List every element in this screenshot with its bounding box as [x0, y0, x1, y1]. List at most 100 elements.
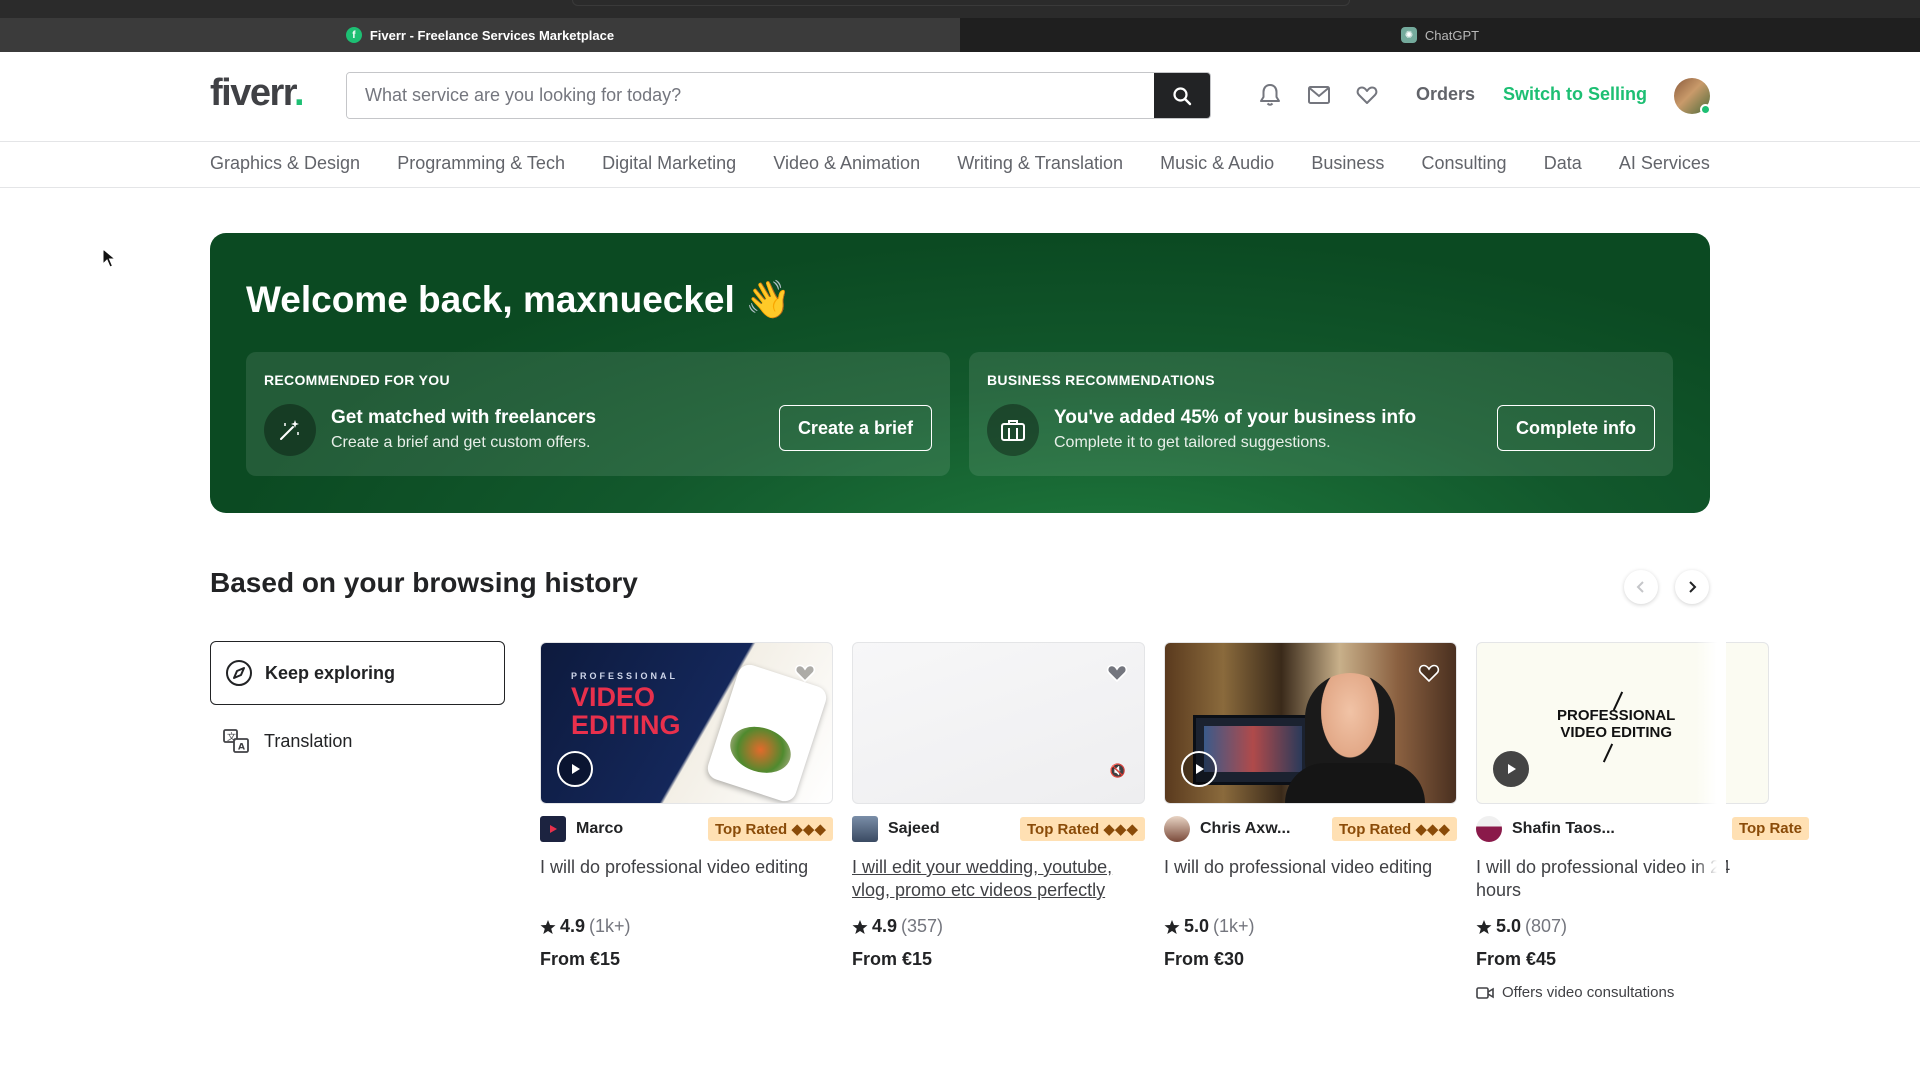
carousel-next-button[interactable] — [1675, 570, 1709, 604]
tab-title: ChatGPT — [1424, 27, 1480, 43]
section-title: Based on your browsing history — [210, 567, 638, 598]
review-count: (357) — [901, 916, 944, 936]
top-rated-badge: Top Rated ◆◆◆ — [1020, 817, 1145, 841]
rating-value: 4.9 — [872, 916, 898, 936]
star-icon — [852, 919, 868, 934]
top-rated-badge: Top Rated ◆◆◆ — [708, 817, 833, 841]
switch-to-selling-link[interactable]: Switch to Selling — [1503, 84, 1647, 105]
star-icon — [1476, 919, 1492, 934]
seller-name[interactable]: Marco — [576, 820, 623, 838]
filter-keep-exploring[interactable]: Keep exploring — [210, 641, 505, 705]
create-brief-button[interactable]: Create a brief — [778, 405, 932, 451]
filter-label: Keep exploring — [265, 662, 396, 683]
complete-info-button[interactable]: Complete info — [1497, 405, 1655, 451]
search-input[interactable] — [347, 73, 1154, 118]
card-subtitle: Create a brief and get custom offers. — [331, 434, 591, 451]
rating-value: 5.0 — [1496, 916, 1522, 936]
gig-card[interactable]: PROFESSIONAL VIDEO EDITING Marco Top Rate… — [540, 642, 833, 970]
fiverr-icon: f — [345, 27, 362, 43]
gig-title[interactable]: I will edit your wedding, youtube, vlog,… — [852, 856, 1145, 902]
notifications-button[interactable] — [1257, 82, 1283, 108]
carousel-prev-button[interactable] — [1624, 570, 1658, 604]
star-icon — [1164, 919, 1180, 934]
seller-avatar[interactable] — [1164, 816, 1190, 842]
card-label: BUSINESS RECOMMENDATIONS — [987, 372, 1215, 388]
save-gig-button[interactable] — [1104, 661, 1130, 685]
card-label: RECOMMENDED FOR YOU — [264, 372, 450, 388]
search-button[interactable] — [1154, 73, 1210, 118]
seller-avatar[interactable] — [540, 816, 566, 842]
seller-row: Chris Axw... Top Rated ◆◆◆ — [1164, 816, 1457, 842]
gig-title[interactable]: I will do professional video editing — [540, 856, 833, 902]
thumb-caption: PROFESSIONAL — [571, 671, 679, 681]
briefcase-icon — [1001, 420, 1025, 441]
play-video-button[interactable] — [557, 751, 593, 787]
chatgpt-icon: ✺ — [1400, 27, 1417, 43]
seller-name[interactable]: Sajeed — [888, 820, 940, 838]
category-link[interactable]: Business — [1311, 153, 1384, 174]
filter-label: Translation — [264, 730, 353, 751]
magic-wand-icon — [280, 420, 299, 440]
gig-card[interactable]: 🔇 Sajeed Top Rated ◆◆◆ I will edit your … — [852, 642, 1145, 970]
category-link[interactable]: Programming & Tech — [397, 153, 565, 174]
mail-icon — [1308, 86, 1330, 104]
heart-icon — [1106, 664, 1128, 683]
gig-thumbnail[interactable] — [1164, 642, 1457, 804]
messages-button[interactable] — [1306, 82, 1332, 108]
carousel-fade — [1696, 630, 1726, 1010]
fiverr-logo[interactable]: fiverr. — [210, 72, 305, 115]
review-count: (1k+) — [1213, 916, 1255, 936]
seller-name[interactable]: Chris Axw... — [1200, 820, 1290, 838]
gig-thumbnail[interactable]: 🔇 — [852, 642, 1145, 804]
category-link[interactable]: AI Services — [1619, 153, 1710, 174]
card-title: You've added 45% of your business info — [1054, 407, 1417, 428]
save-gig-button[interactable] — [1416, 661, 1442, 685]
seller-name[interactable]: Shafin Taos... — [1512, 820, 1615, 838]
rating-value: 5.0 — [1184, 916, 1210, 936]
rating-value: 4.9 — [560, 916, 586, 936]
top-rated-badge: Top Rate — [1731, 817, 1809, 840]
orders-link[interactable]: Orders — [1416, 84, 1475, 105]
category-link[interactable]: Consulting — [1422, 153, 1507, 174]
category-link[interactable]: Data — [1544, 153, 1582, 174]
lists-button[interactable] — [1354, 82, 1380, 108]
online-indicator — [1700, 104, 1711, 115]
tab-fiverr[interactable]: f Fiverr - Freelance Services Marketplac… — [0, 18, 960, 52]
seller-avatar[interactable] — [1476, 816, 1502, 842]
card-icon-wrapper — [987, 404, 1039, 456]
filter-translation[interactable]: 文A Translation — [222, 728, 352, 754]
seller-avatar[interactable] — [852, 816, 878, 842]
thumb-slash — [1602, 743, 1614, 763]
user-avatar[interactable] — [1674, 78, 1711, 115]
category-link[interactable]: Video & Animation — [773, 153, 920, 174]
gig-price: From €15 — [852, 949, 933, 969]
bell-icon — [1260, 84, 1280, 106]
gig-title[interactable]: I will do professional video editing — [1164, 856, 1457, 902]
play-video-button[interactable] — [1493, 751, 1529, 787]
tab-title: Fiverr - Freelance Services Marketplace — [369, 27, 615, 43]
category-link[interactable]: Writing & Translation — [957, 153, 1123, 174]
review-count: (807) — [1525, 916, 1568, 936]
card-icon-wrapper — [264, 404, 316, 456]
tab-chatgpt[interactable]: ✺ ChatGPT — [960, 18, 1920, 52]
play-icon — [1196, 764, 1204, 774]
card-title: Get matched with freelancers — [331, 407, 597, 428]
gig-rating: 5.0 (1k+) — [1164, 916, 1457, 937]
thumb-caption: PROFESSIONAL VIDEO EDITING — [1557, 707, 1676, 741]
gig-card[interactable]: Chris Axw... Top Rated ◆◆◆ I will do pro… — [1164, 642, 1457, 970]
video-camera-icon — [1476, 986, 1494, 999]
save-gig-button[interactable] — [792, 661, 818, 685]
category-link[interactable]: Graphics & Design — [210, 153, 360, 174]
translate-icon: 文A — [223, 729, 249, 753]
play-icon — [572, 764, 580, 774]
welcome-banner: Welcome back, maxnueckel 👋 RECOMMENDED F… — [210, 233, 1710, 513]
category-link[interactable]: Digital Marketing — [602, 153, 736, 174]
chevron-left-icon — [1636, 581, 1644, 593]
gig-thumbnail[interactable]: PROFESSIONAL VIDEO EDITING — [540, 642, 833, 804]
gig-price: From €15 — [540, 949, 621, 969]
play-video-button[interactable] — [1181, 751, 1217, 787]
review-count: (1k+) — [589, 916, 631, 936]
heart-icon — [1356, 86, 1378, 104]
category-link[interactable]: Music & Audio — [1160, 153, 1274, 174]
seller-row: Sajeed Top Rated ◆◆◆ — [852, 816, 1145, 842]
